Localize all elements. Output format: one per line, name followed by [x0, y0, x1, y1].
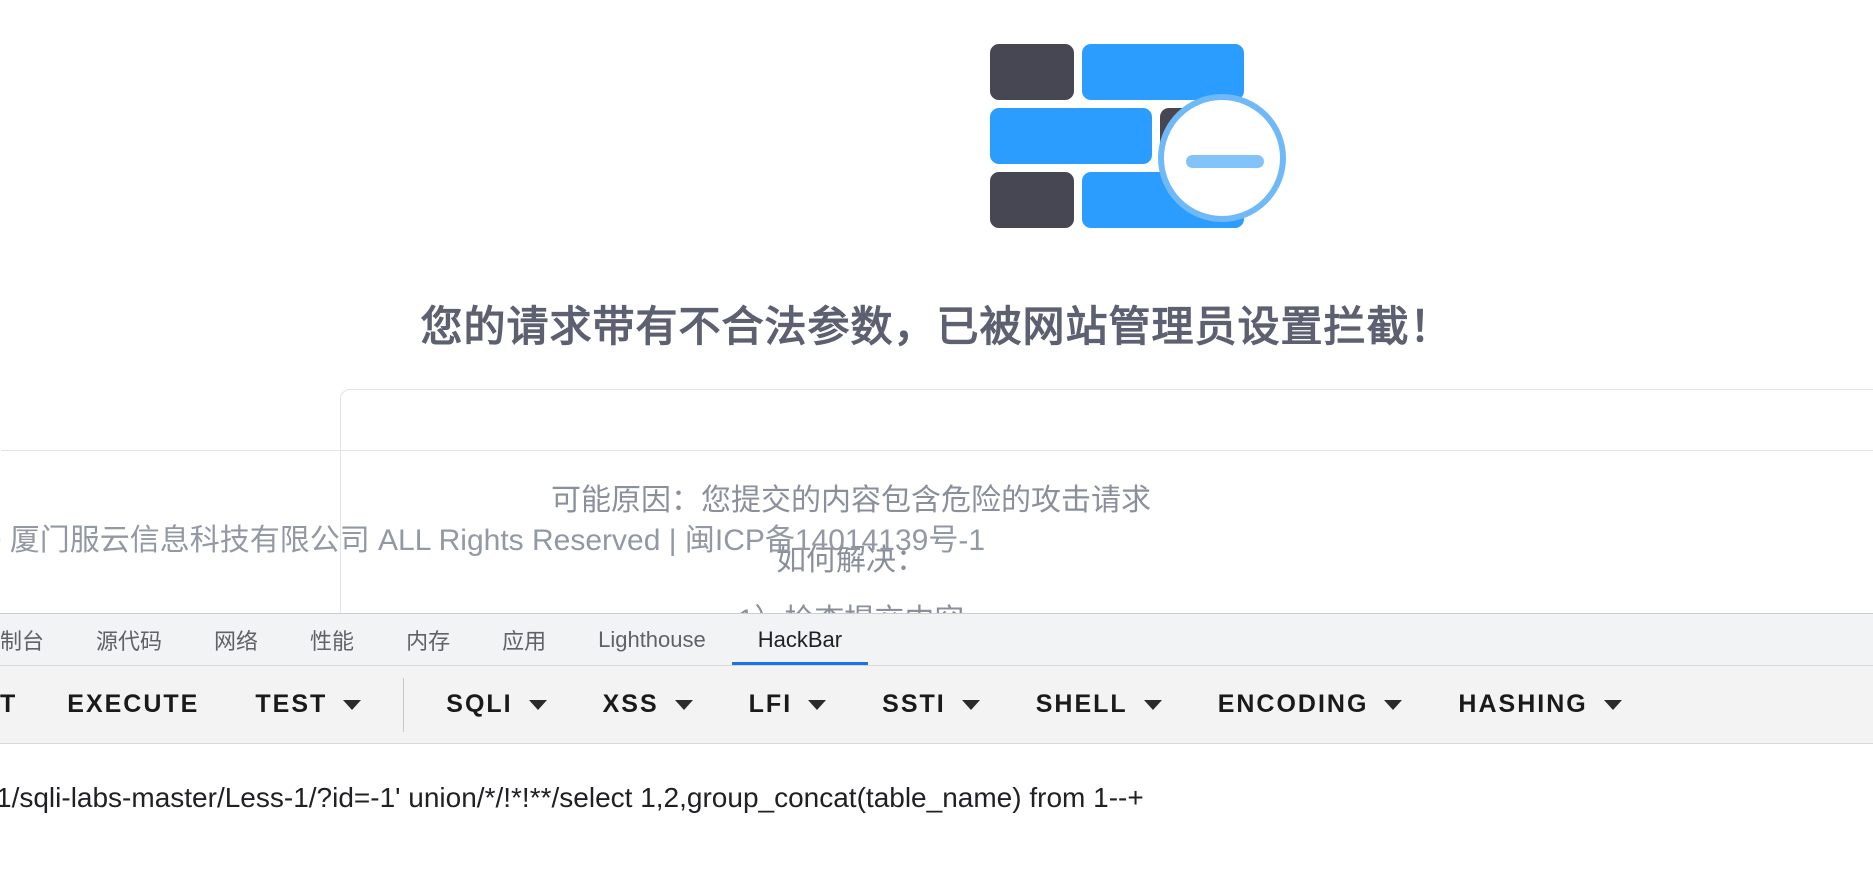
hackbar-encoding-button[interactable]: ENCODING: [1190, 666, 1431, 743]
devtools-tab-hackbar[interactable]: HackBar: [731, 617, 869, 665]
hackbar-button-label: ENCODING: [1217, 690, 1369, 718]
hackbar-shell-button[interactable]: SHELL: [1008, 666, 1190, 743]
info-card: 可能原因：您提交的内容包含危险的攻击请求 如何解决： 1）检查提交内容: [1, 389, 1873, 613]
devtools-panel: 制台 源代码 网络 性能 内存 应用 Lighthouse HackBar T EXECUTE T…: [0, 613, 1873, 871]
waf-block-page: 您的请求带有不合法参数，已被网站管理员设置拦截！ 可能原因：您提交的内容包含危险…: [0, 0, 1873, 613]
hackbar-ssti-button[interactable]: SSTI: [854, 666, 1008, 743]
brick-dark-3: [990, 172, 1074, 228]
chevron-down-icon[interactable]: [674, 699, 693, 710]
block-minus-icon: [1158, 94, 1286, 222]
chevron-down-icon[interactable]: [1603, 699, 1622, 710]
devtools-tab-网络[interactable]: 网络: [188, 617, 284, 665]
brick-dark-1: [990, 44, 1074, 100]
devtools-tabstrip[interactable]: 制台 源代码 网络 性能 内存 应用 Lighthouse HackBar: [0, 614, 1873, 666]
chevron-down-icon[interactable]: [808, 699, 827, 710]
brick-blue-1: [1082, 44, 1244, 100]
devtools-tab-制台[interactable]: 制台: [0, 617, 70, 665]
hackbar-button-label: LFI: [748, 690, 793, 718]
devtools-tab-lighthouse[interactable]: Lighthouse: [572, 617, 732, 665]
chevron-down-icon[interactable]: [343, 699, 362, 710]
hackbar-button-label: HASHING: [1458, 690, 1588, 718]
page-footer-copyright: 20 厦门服云信息科技有限公司 ALL Rights Reserved | 闽I…: [0, 524, 986, 557]
hackbar-execute-button[interactable]: EXECUTE: [39, 666, 227, 743]
devtools-tab-内存[interactable]: 内存: [380, 617, 476, 665]
card-divider: [1, 450, 1873, 451]
page-title: 您的请求带有不合法参数，已被网站管理员设置拦截！: [420, 303, 1453, 350]
hackbar-url-payload[interactable]: 1/sqli-labs-master/Less-1/?id=-1' union/…: [0, 782, 1144, 814]
chevron-down-icon[interactable]: [1384, 699, 1403, 710]
hackbar-button-label: XSS: [602, 690, 659, 718]
brick-wall-blocked-logo: [990, 44, 1290, 228]
howto-step-1: 1）检查提交内容: [1, 595, 1701, 613]
block-reason-text: 可能原因：您提交的内容包含危险的攻击请求: [551, 484, 1151, 517]
hackbar-button-label: TEST: [255, 690, 328, 718]
hackbar-button-label: EXECUTE: [67, 690, 200, 718]
hackbar-toolbar[interactable]: T EXECUTE TEST SQLI XSS LFI SSTI SHELL ENCODING H…: [0, 666, 1873, 744]
hackbar-button-label: T: [0, 690, 18, 718]
chevron-down-icon[interactable]: [1143, 699, 1162, 710]
chevron-down-icon[interactable]: [961, 699, 980, 710]
hackbar-button-label: SSTI: [882, 690, 946, 718]
hackbar-button-label: SQLI: [446, 690, 513, 718]
devtools-tab-应用[interactable]: 应用: [476, 617, 572, 665]
devtools-tab-性能[interactable]: 性能: [284, 617, 380, 665]
hackbar-button-label: SHELL: [1035, 690, 1128, 718]
hackbar-test-button[interactable]: TEST: [227, 666, 389, 743]
devtools-tab-源代码[interactable]: 源代码: [70, 617, 188, 665]
hackbar-lfi-button[interactable]: LFI: [721, 666, 855, 743]
hackbar-request-area[interactable]: 1/sqli-labs-master/Less-1/?id=-1' union/…: [0, 744, 1873, 871]
hackbar-sqli-button[interactable]: SQLI: [418, 666, 574, 743]
toolbar-divider: [403, 677, 405, 732]
brick-blue-2: [990, 108, 1152, 164]
chevron-down-icon[interactable]: [528, 699, 547, 710]
hackbar-hashing-button[interactable]: HASHING: [1430, 666, 1649, 743]
hackbar-t-button[interactable]: T: [0, 666, 39, 743]
hackbar-xss-button[interactable]: XSS: [575, 666, 721, 743]
